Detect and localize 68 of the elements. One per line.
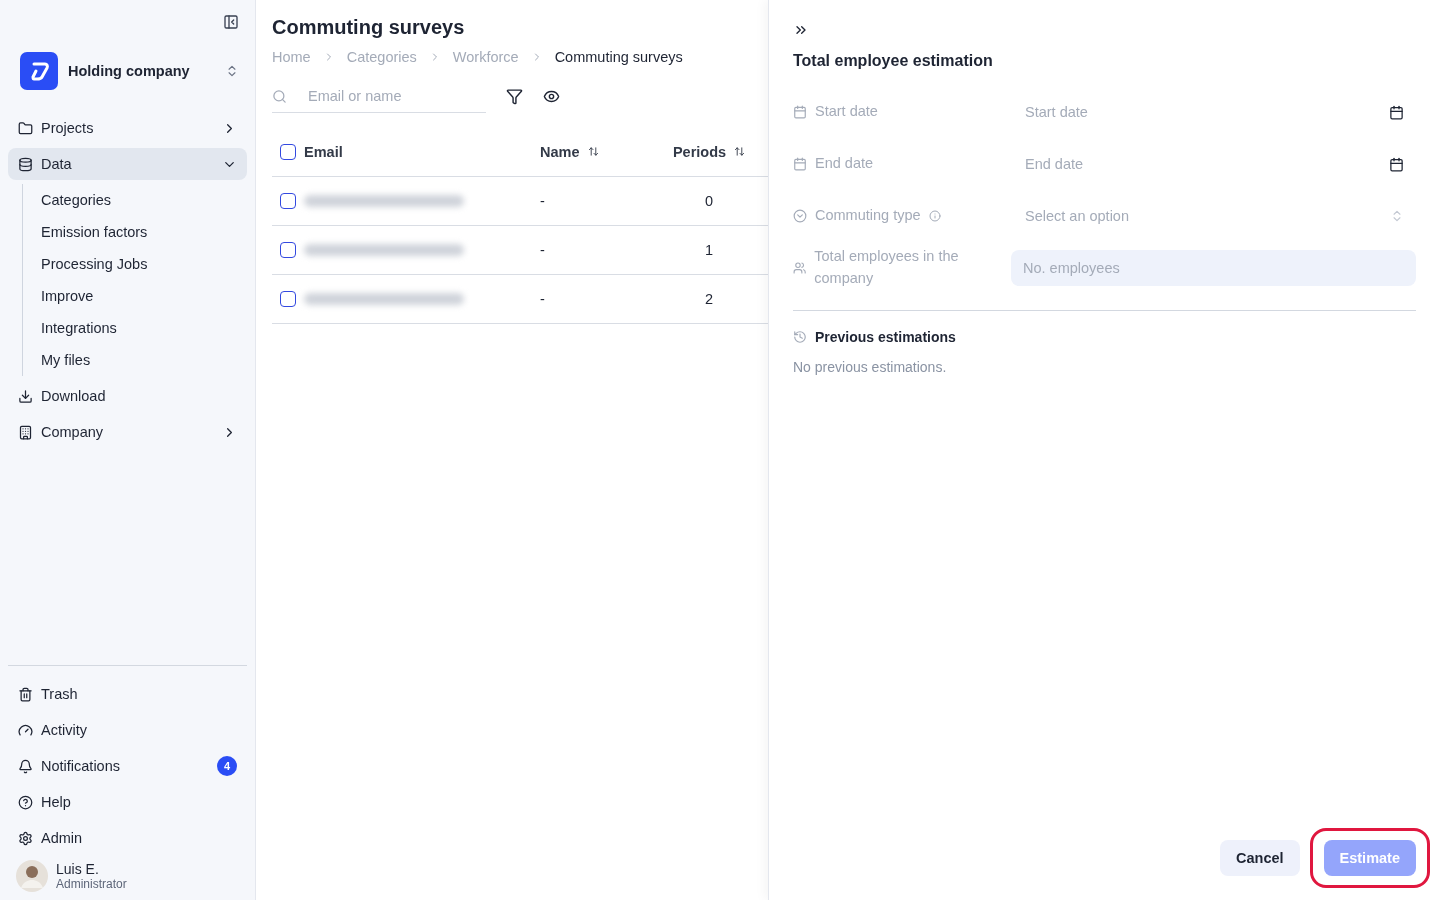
nav-item[interactable]: Activity [8,714,247,746]
nav-item[interactable]: Admin [8,822,247,854]
nav-item[interactable]: Help [8,786,247,818]
section-title: Previous estimations [815,329,956,345]
nav-subitem[interactable]: Improve [41,280,247,312]
nav-subitem[interactable]: Categories [41,184,247,216]
table-cell-text: - [540,242,546,258]
field-label: Start date [815,102,878,122]
nav-subitem[interactable]: My files [41,344,247,376]
field-label: Commuting type [815,206,921,226]
download-icon [18,388,33,404]
table-cell-text: 0 [703,193,715,209]
help-icon [18,794,33,810]
nav-item[interactable]: Download [8,380,247,412]
nav-item[interactable]: Trash [8,678,247,710]
chevron-circle-icon [793,209,807,223]
logo-icon [20,52,58,90]
employees-field[interactable]: No. employees [1011,250,1416,286]
table-cell-text: - [540,193,546,209]
page-title: Commuting surveys [272,16,466,39]
field-label: End date [815,154,874,174]
date-field[interactable]: End date [1023,155,1389,173]
field-label: Total employees in the company [814,247,960,288]
nav-subitem[interactable]: Integrations [41,312,247,344]
trash-icon [18,686,33,702]
bell-icon [18,758,33,774]
avatar [16,860,48,892]
breadcrumb-link[interactable]: Commuting surveys [554,49,683,65]
calendar-icon[interactable] [1389,156,1404,172]
search-icon [272,89,287,104]
filter-button[interactable] [506,87,523,105]
column-header[interactable]: Email [304,143,343,160]
database-icon [18,156,33,172]
table-cell-text: - [540,291,546,307]
table-cell-text: 2 [703,291,715,307]
select-all-checkbox[interactable] [280,143,296,160]
column-header[interactable]: Name [540,143,599,160]
select-field[interactable]: Select an option [1023,207,1390,225]
nav-item[interactable]: Company [8,416,247,448]
cancel-button[interactable]: Cancel [1220,840,1300,876]
calendar-icon [793,105,807,119]
calendar-icon[interactable] [1389,104,1404,120]
user-name: Luis E. [56,861,100,877]
table-cell-text: 1 [703,242,715,258]
nav-item[interactable]: Data [8,148,247,180]
search-field[interactable]: Email or name [272,79,486,113]
user-role: Administrator [56,877,127,891]
panel-title: Total employee estimation [793,52,994,70]
calendar-icon [793,157,807,171]
gauge-icon [18,722,33,738]
nav-item[interactable]: Notifications 4 [8,750,247,782]
row-checkbox[interactable] [280,242,296,258]
collapse-sidebar-button[interactable] [223,14,239,30]
users-icon [793,261,807,275]
nav-item[interactable]: Projects [8,112,247,144]
settings-icon [18,830,33,846]
building-icon [18,424,33,440]
date-field[interactable]: Start date [1023,103,1389,121]
history-icon [793,330,807,344]
notification-badge: 4 [217,756,237,776]
nav-subitem[interactable]: Processing Jobs [41,248,247,280]
row-checkbox[interactable] [280,291,296,307]
row-checkbox[interactable] [280,193,296,209]
company-switcher[interactable]: Holding company [20,52,247,90]
empty-message: No previous estimations. [793,359,948,375]
folder-icon [18,120,33,136]
nav-subitem[interactable]: Emission factors [41,216,247,248]
column-header[interactable]: Periods [672,143,746,160]
